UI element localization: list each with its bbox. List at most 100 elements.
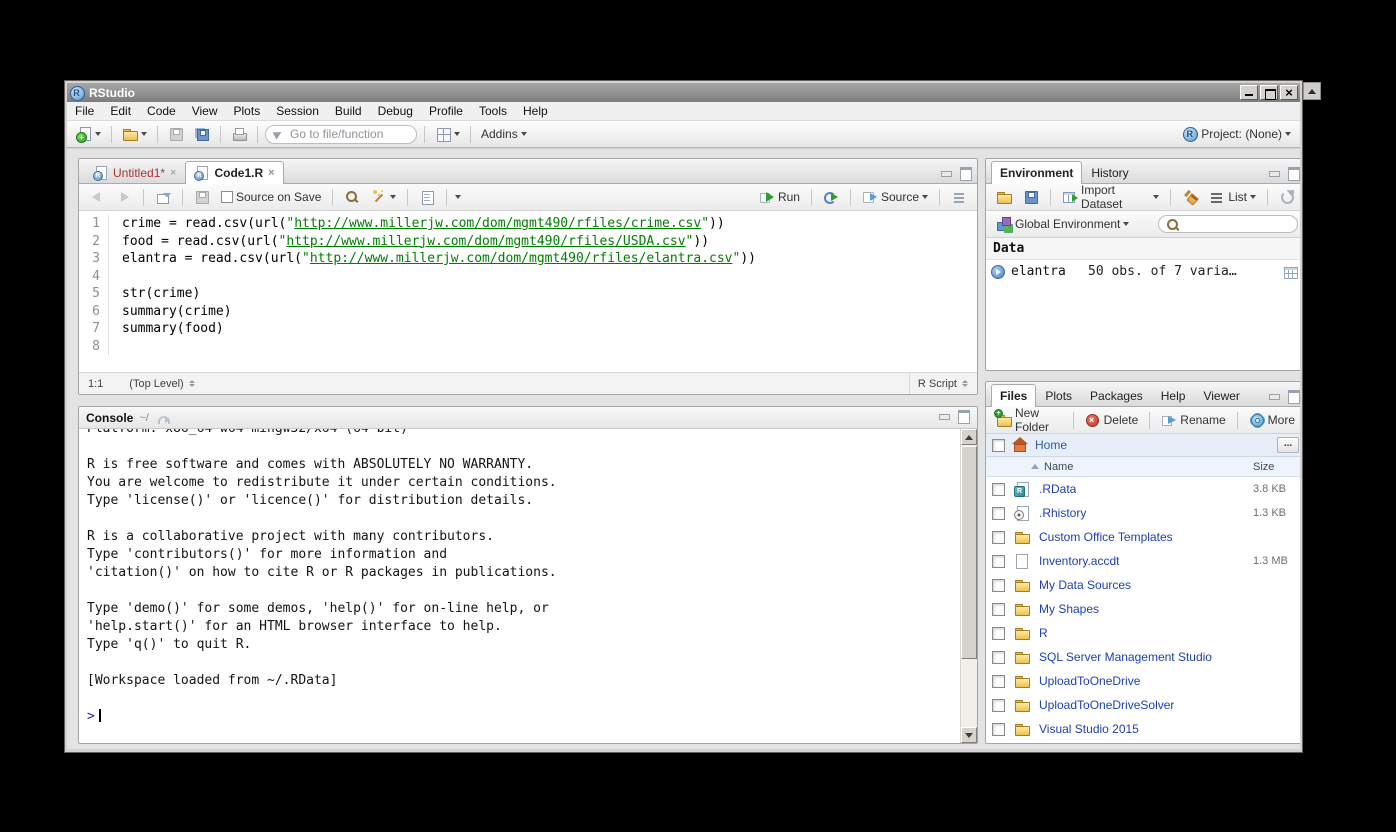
import-dataset-button[interactable]: Import Dataset	[1059, 181, 1162, 213]
new-file-button[interactable]	[73, 124, 104, 144]
file-checkbox[interactable]	[992, 603, 1005, 616]
file-name[interactable]: My Data Sources	[1039, 578, 1131, 592]
print-button[interactable]	[228, 124, 250, 144]
file-row[interactable]: Inventory.accdt1.3 MB	[986, 549, 1300, 573]
console-path[interactable]: ~/	[139, 412, 148, 424]
new-folder-button[interactable]: +New Folder	[993, 404, 1065, 436]
environment-search-input[interactable]	[1183, 216, 1291, 232]
file-checkbox[interactable]	[992, 507, 1005, 520]
refresh-environment-button[interactable]	[1276, 187, 1298, 207]
file-name[interactable]: UploadToOneDriveSolver	[1039, 698, 1174, 712]
forward-button[interactable]	[113, 187, 135, 207]
file-row[interactable]: SQL Server Management Studio	[986, 645, 1300, 669]
file-name[interactable]: R	[1039, 626, 1048, 640]
file-checkbox[interactable]	[992, 555, 1005, 568]
tab-environment[interactable]: Environment	[991, 161, 1082, 184]
chevron-down-icon[interactable]	[455, 195, 461, 199]
scrollbar-thumb[interactable]	[961, 446, 977, 659]
load-workspace-button[interactable]	[993, 187, 1015, 207]
menu-tools[interactable]: Tools	[471, 102, 515, 120]
environment-search-box[interactable]	[1158, 215, 1298, 233]
file-row[interactable]: UploadToOneDriveSolver	[986, 693, 1300, 717]
file-checkbox[interactable]	[992, 531, 1005, 544]
code-editor[interactable]: 1crime = read.csv(url("http://www.miller…	[79, 212, 977, 372]
goto-file-function-box[interactable]	[265, 125, 417, 144]
maximize-pane-icon[interactable]	[1286, 390, 1300, 401]
editor-tab-untitled1-[interactable]: Untitled1*×	[84, 161, 185, 184]
close-icon[interactable]: ×	[170, 167, 176, 179]
console-output[interactable]: Platform: x86_64-w64-mingw32/x64 (64-bit…	[79, 429, 960, 743]
menu-file[interactable]: File	[67, 102, 102, 120]
file-row[interactable]: UploadToOneDrive	[986, 669, 1300, 693]
window-maximize-button[interactable]	[1260, 85, 1278, 100]
console-prompt-line[interactable]: >	[87, 708, 960, 726]
file-name[interactable]: My Shapes	[1039, 602, 1099, 616]
size-column-header[interactable]: Size	[1253, 461, 1299, 473]
file-checkbox[interactable]	[992, 579, 1005, 592]
maximize-pane-icon[interactable]	[956, 410, 970, 421]
file-name[interactable]: UploadToOneDrive	[1039, 674, 1140, 688]
save-all-button[interactable]	[191, 124, 213, 144]
tab-plots[interactable]: Plots	[1036, 384, 1081, 407]
goto-file-function-input[interactable]	[288, 126, 410, 142]
save-button[interactable]	[165, 124, 187, 144]
run-button[interactable]: Run	[756, 187, 803, 207]
file-row[interactable]: .Rhistory1.3 KB	[986, 501, 1300, 525]
pane-layout-button[interactable]	[432, 124, 463, 144]
menu-debug[interactable]: Debug	[370, 102, 421, 120]
project-selector-button[interactable]: Project: (None)	[1179, 124, 1294, 144]
menu-view[interactable]: View	[184, 102, 226, 120]
file-name[interactable]: Inventory.accdt	[1039, 554, 1119, 568]
file-name[interactable]: .RData	[1039, 482, 1076, 496]
tab-viewer[interactable]: Viewer	[1194, 384, 1248, 407]
window-close-button[interactable]	[1280, 85, 1298, 100]
file-row[interactable]: R	[986, 621, 1300, 645]
menu-session[interactable]: Session	[268, 102, 327, 120]
path-more-button[interactable]: ...	[1277, 437, 1299, 453]
close-icon[interactable]: ×	[268, 167, 274, 179]
back-button[interactable]	[86, 187, 108, 207]
source-button[interactable]: Source	[859, 187, 931, 207]
file-checkbox[interactable]	[992, 651, 1005, 664]
minimize-pane-icon[interactable]	[937, 410, 951, 421]
delete-button[interactable]: Delete	[1082, 410, 1142, 430]
file-name[interactable]: Visual Studio 2015	[1039, 722, 1139, 736]
menu-help[interactable]: Help	[515, 102, 556, 120]
scope-selector[interactable]: (Top Level)	[129, 378, 194, 390]
name-column-header[interactable]: Name	[1031, 461, 1073, 473]
tab-help[interactable]: Help	[1152, 384, 1195, 407]
maximize-pane-icon[interactable]	[958, 167, 972, 178]
show-in-new-window-button[interactable]	[152, 187, 174, 207]
source-on-save-checkbox[interactable]	[221, 191, 233, 203]
url-link[interactable]: http://www.millerjw.com/dom/mgmt490/rfil…	[286, 234, 685, 249]
environment-object-row[interactable]: elantra50 obs. of 7 varia…	[986, 260, 1300, 283]
scroll-up-button[interactable]	[961, 429, 977, 445]
console-popout-icon[interactable]	[155, 410, 171, 426]
editor-tab-code1-r[interactable]: Code1.R×	[185, 161, 283, 184]
screen-scroll-up-button[interactable]	[1303, 82, 1321, 100]
save-workspace-button[interactable]	[1020, 187, 1042, 207]
tab-files[interactable]: Files	[991, 384, 1036, 407]
find-replace-button[interactable]	[341, 187, 363, 207]
clear-workspace-button[interactable]	[1179, 187, 1201, 207]
menu-code[interactable]: Code	[139, 102, 184, 120]
environment-scope-selector[interactable]: Global Environment	[993, 214, 1132, 234]
rerun-button[interactable]	[820, 187, 842, 207]
file-checkbox[interactable]	[992, 675, 1005, 688]
maximize-pane-icon[interactable]	[1286, 167, 1300, 178]
more-button[interactable]: More	[1246, 410, 1298, 430]
code-tools-button[interactable]	[368, 187, 399, 207]
file-checkbox[interactable]	[992, 627, 1005, 640]
doctype-selector[interactable]: R Script	[909, 373, 968, 394]
list-view-button[interactable]: List	[1206, 187, 1259, 207]
menu-profile[interactable]: Profile	[421, 102, 471, 120]
tab-packages[interactable]: Packages	[1081, 384, 1152, 407]
addins-button[interactable]: Addins	[478, 125, 530, 143]
menu-build[interactable]: Build	[327, 102, 370, 120]
file-checkbox[interactable]	[992, 699, 1005, 712]
file-checkbox[interactable]	[992, 723, 1005, 736]
source-on-save-toggle[interactable]: Source on Save	[218, 188, 324, 206]
menu-edit[interactable]: Edit	[102, 102, 139, 120]
home-breadcrumb[interactable]: Home	[1035, 438, 1067, 452]
file-row[interactable]: Custom Office Templates	[986, 525, 1300, 549]
